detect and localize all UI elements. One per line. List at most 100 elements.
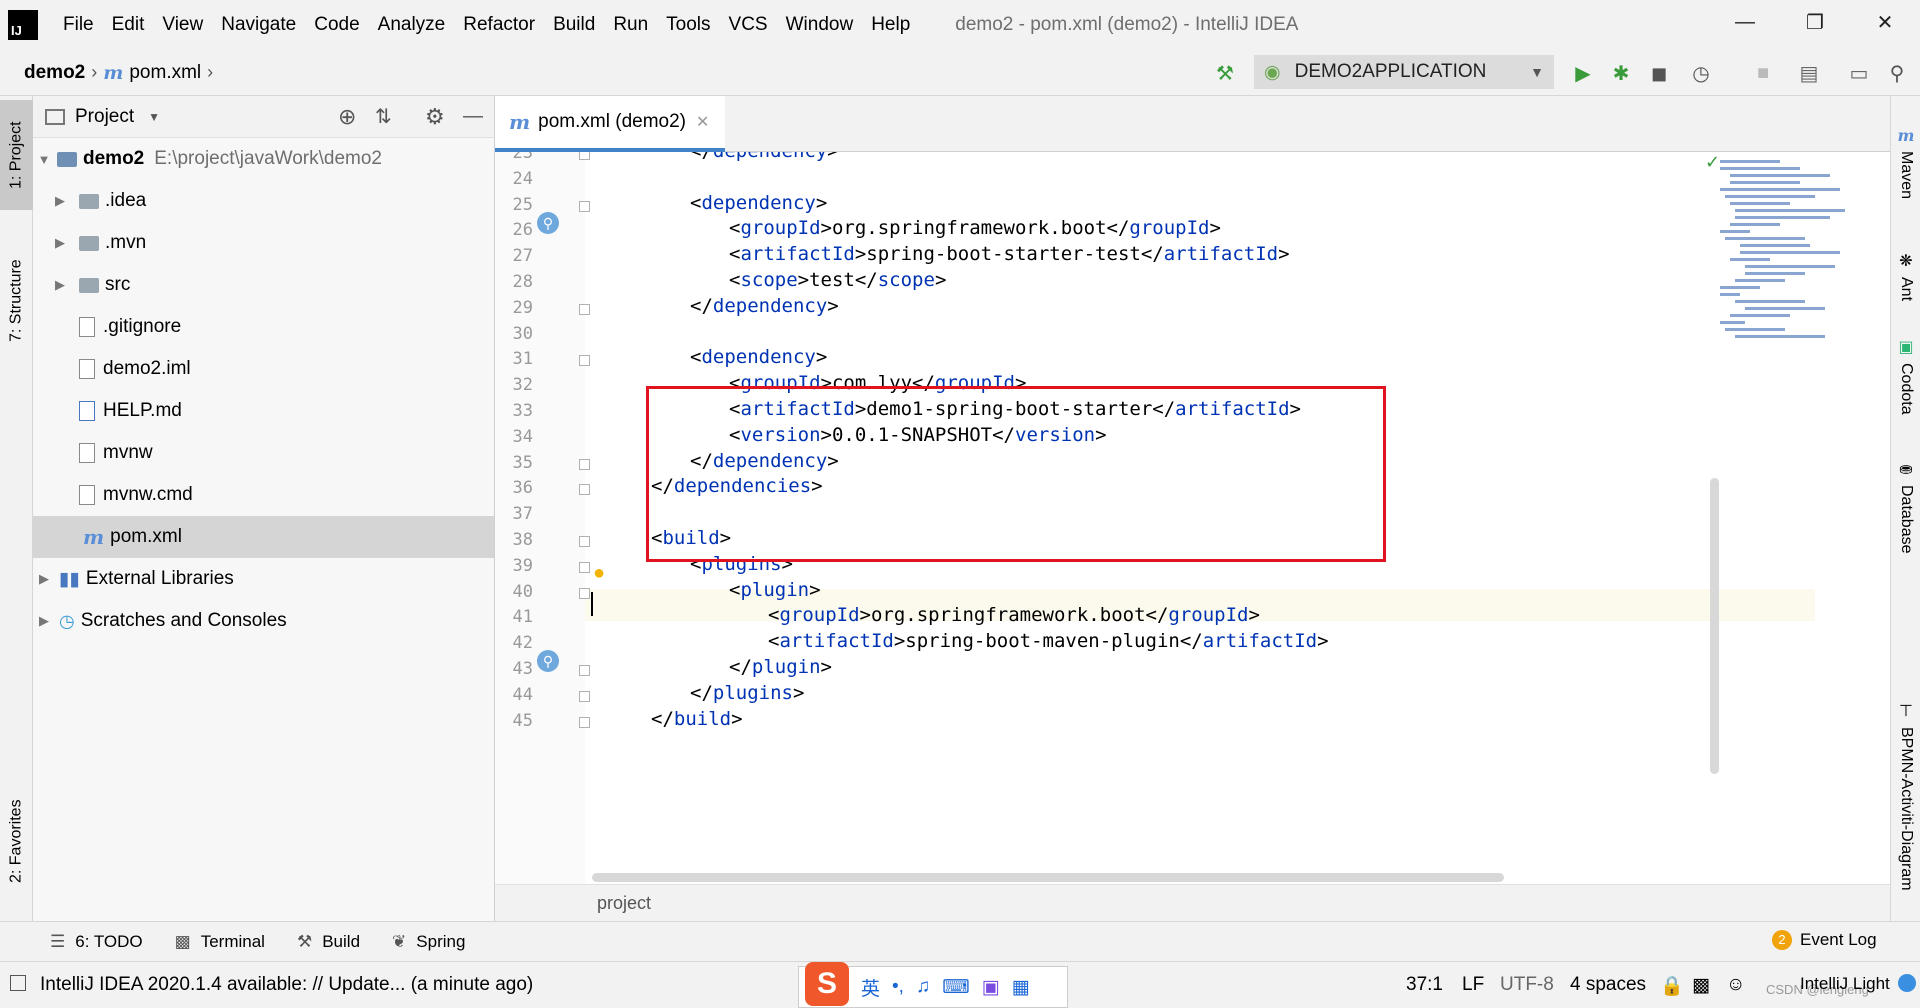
build-hammer-icon[interactable]: ⚒	[1212, 60, 1238, 86]
chevron-right-icon[interactable]: ▶	[53, 235, 67, 251]
tree-item-external-libraries[interactable]: ▶ ▮▮ External Libraries	[33, 558, 494, 600]
tree-item-src[interactable]: ▶ src	[33, 264, 494, 306]
menu-help[interactable]: Help	[862, 14, 919, 36]
coverage-icon[interactable]: ◼	[1646, 60, 1672, 86]
notification-dot-icon[interactable]	[1898, 974, 1916, 992]
spring-bean-gutter-icon[interactable]: ⚲	[537, 212, 559, 234]
tab-pom-xml[interactable]: m pom.xml (demo2) ✕	[495, 96, 725, 152]
tree-item-mvnw[interactable]: mvnw	[33, 432, 494, 474]
tree-item-gitignore[interactable]: .gitignore	[33, 306, 494, 348]
close-tab-icon[interactable]: ✕	[696, 112, 709, 132]
chevron-down-icon[interactable]: ▼	[148, 110, 160, 124]
tab-bpmn[interactable]: ⊤ BPMN-Activiti-Diagram	[1891, 686, 1920, 906]
spring-bean-gutter-icon[interactable]: ⚲	[537, 650, 559, 672]
fold-marker-icon[interactable]	[579, 458, 590, 470]
lock-icon[interactable]: 🔒	[1660, 974, 1684, 998]
menu-window[interactable]: Window	[777, 14, 863, 36]
restore-button[interactable]: ❐	[1780, 0, 1850, 44]
menu-run[interactable]: Run	[604, 14, 657, 36]
theme-name[interactable]: IntelliJ Light	[1800, 974, 1890, 994]
fold-marker-icon[interactable]	[579, 561, 590, 573]
menu-code[interactable]: Code	[305, 14, 368, 36]
tool-todo[interactable]: ☰ 6: TODO	[50, 932, 143, 952]
project-panel-title[interactable]: Project	[75, 106, 134, 128]
chevron-right-icon[interactable]: ▶	[37, 571, 51, 587]
hide-icon[interactable]: —	[463, 105, 483, 128]
tab-database[interactable]: ⛂ Database	[1891, 406, 1920, 606]
debug-icon[interactable]: ✱	[1608, 60, 1634, 86]
sogou-logo-icon[interactable]: S	[805, 962, 849, 1006]
menu-vcs[interactable]: VCS	[720, 14, 777, 36]
horizontal-scrollbar[interactable]	[592, 873, 1504, 882]
microphone-icon[interactable]: ♫	[916, 976, 930, 998]
vertical-scrollbar[interactable]	[1710, 478, 1719, 774]
chevron-right-icon[interactable]: ▶	[53, 277, 67, 293]
fold-marker-icon[interactable]	[579, 665, 590, 676]
fold-marker-icon[interactable]	[579, 587, 590, 599]
fold-marker-icon[interactable]	[579, 152, 590, 160]
layout-toggle-icon[interactable]	[10, 975, 26, 991]
status-message[interactable]: IntelliJ IDEA 2020.1.4 available: // Upd…	[40, 974, 533, 996]
breadcrumb-file[interactable]: pom.xml	[129, 62, 201, 84]
fold-marker-icon[interactable]	[579, 536, 590, 547]
terminal-status-icon[interactable]: ▩	[1692, 974, 1710, 997]
tree-item-mvnw-cmd[interactable]: mvnw.cmd	[33, 474, 494, 516]
tab-favorites[interactable]: 2: Favorites	[0, 776, 33, 906]
collapse-all-icon[interactable]: ⇅	[375, 104, 392, 129]
tree-item-idea[interactable]: ▶ .idea	[33, 180, 494, 222]
lightbulb-icon[interactable]: ●	[593, 562, 605, 585]
fold-marker-icon[interactable]	[579, 303, 590, 315]
fold-marker-icon[interactable]	[579, 716, 590, 728]
menu-view[interactable]: View	[153, 14, 212, 36]
chevron-down-icon[interactable]: ▼	[37, 152, 51, 167]
profile-icon[interactable]: ◷	[1688, 60, 1714, 86]
ime-language[interactable]: 英	[861, 974, 880, 1001]
tab-project[interactable]: 1: Project	[0, 100, 33, 210]
punctuation-icon[interactable]: •,	[892, 976, 904, 998]
keyboard-icon[interactable]: ⌨	[942, 976, 969, 999]
chevron-right-icon[interactable]: ▶	[53, 193, 67, 209]
locate-icon[interactable]: ⊕	[338, 104, 356, 130]
fold-marker-icon[interactable]	[579, 690, 590, 702]
tree-item-pom-xml[interactable]: m pom.xml	[33, 516, 494, 558]
apps-grid-icon[interactable]: ▦	[1012, 976, 1030, 999]
tree-item-help-md[interactable]: HELP.md	[33, 390, 494, 432]
tree-item-demo2-iml[interactable]: demo2.iml	[33, 348, 494, 390]
chevron-right-icon[interactable]: ▶	[37, 613, 51, 629]
tool-spring[interactable]: ❦ Spring	[392, 932, 465, 952]
event-log-button[interactable]: 2 Event Log	[1772, 930, 1877, 950]
menu-edit[interactable]: Edit	[103, 14, 154, 36]
skin-icon[interactable]: ▣	[982, 976, 1000, 999]
menu-file[interactable]: File	[54, 14, 103, 36]
fold-marker-icon[interactable]	[579, 355, 590, 367]
tree-item-mvn[interactable]: ▶ .mvn	[33, 222, 494, 264]
tab-maven[interactable]: m Maven	[1891, 108, 1920, 218]
menu-navigate[interactable]: Navigate	[212, 14, 305, 36]
stop-icon[interactable]: ■	[1750, 60, 1776, 86]
tree-item-scratches[interactable]: ▶ ◷ Scratches and Consoles	[33, 600, 494, 642]
minimize-button[interactable]: —	[1710, 0, 1780, 44]
tool-terminal[interactable]: ▩ Terminal	[175, 932, 265, 952]
run-configuration-select[interactable]: ◉ DEMO2APPLICATION ▼	[1254, 55, 1554, 89]
fold-marker-icon[interactable]	[579, 484, 590, 496]
fold-marker-icon[interactable]	[579, 200, 590, 212]
tab-structure[interactable]: 7: Structure	[0, 236, 33, 366]
project-structure-icon[interactable]: ▤	[1796, 60, 1822, 86]
indent-setting[interactable]: 4 spaces	[1570, 974, 1646, 996]
search-icon[interactable]: ⚲	[1884, 60, 1910, 86]
menu-refactor[interactable]: Refactor	[454, 14, 544, 36]
line-separator[interactable]: LF	[1462, 974, 1484, 996]
gear-icon[interactable]: ⚙	[425, 104, 445, 130]
run-icon[interactable]: ▶	[1570, 60, 1596, 86]
inspector-icon[interactable]: ☺	[1726, 974, 1745, 996]
file-encoding[interactable]: UTF-8	[1500, 974, 1554, 996]
presentation-icon[interactable]: ▭	[1846, 60, 1872, 86]
breadcrumb-project[interactable]: demo2	[24, 62, 85, 84]
tool-build[interactable]: ⚒ Build	[297, 932, 360, 952]
editor-breadcrumb[interactable]: project	[597, 893, 651, 914]
caret-position[interactable]: 37:1	[1406, 974, 1443, 996]
menu-build[interactable]: Build	[544, 14, 604, 36]
menu-tools[interactable]: Tools	[657, 14, 719, 36]
menu-analyze[interactable]: Analyze	[369, 14, 455, 36]
tree-item-demo2[interactable]: ▼ demo2 E:\project\javaWork\demo2	[33, 138, 494, 180]
